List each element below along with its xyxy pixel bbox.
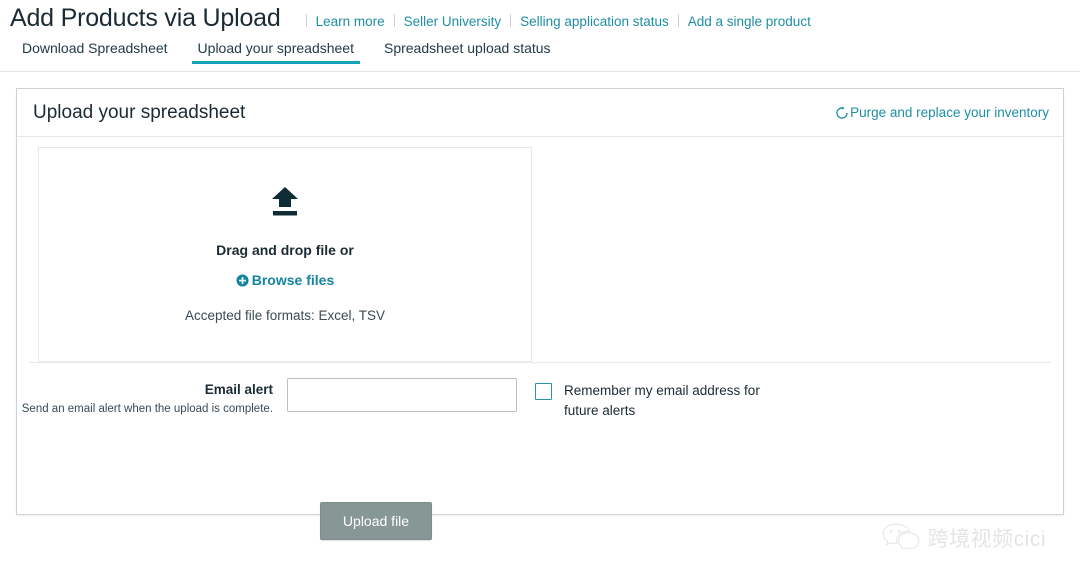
browse-files-label: Browse files [251, 272, 335, 288]
link-separator [393, 14, 395, 27]
header-link-selling-application-status[interactable]: Selling application status [520, 14, 669, 29]
link-separator [305, 14, 307, 27]
section-divider [29, 362, 1051, 363]
upload-arrow-icon [268, 186, 302, 218]
header-links: Learn more Seller University Selling app… [297, 13, 811, 29]
watermark-text: 跨境视频cici [927, 527, 1046, 551]
email-alert-label: Email alert [204, 382, 273, 397]
accepted-formats-text: Accepted file formats: Excel, TSV [184, 308, 386, 323]
tab-bar: Download Spreadsheet Upload your spreads… [0, 40, 1080, 72]
dropzone-title: Drag and drop file or [216, 242, 354, 258]
plus-circle-icon [236, 273, 249, 287]
tab-spreadsheet-upload-status[interactable]: Spreadsheet upload status [374, 40, 561, 64]
header-link-seller-university[interactable]: Seller University [404, 14, 502, 29]
wechat-icon [881, 521, 921, 554]
card-title: Upload your spreadsheet [33, 101, 246, 123]
remember-email-block: Remember my email address for future ale… [535, 378, 774, 421]
header-link-learn-more[interactable]: Learn more [316, 14, 385, 29]
email-alert-row: Email alert Send an email alert when the… [17, 378, 1063, 421]
tab-upload-your-spreadsheet[interactable]: Upload your spreadsheet [188, 40, 364, 64]
email-alert-help-text: Send an email alert when the upload is c… [21, 403, 273, 415]
watermark: 跨境视频cici [881, 521, 1046, 554]
browse-files-button[interactable]: Browse files [236, 272, 334, 288]
link-separator [677, 14, 679, 27]
upload-card: Upload your spreadsheet Purge and replac… [16, 88, 1064, 540]
upload-file-button[interactable]: Upload file [320, 502, 432, 540]
email-address-input[interactable] [287, 378, 517, 412]
page-title: Add Products via Upload [10, 4, 281, 32]
link-separator [510, 14, 512, 27]
remember-email-checkbox[interactable] [535, 383, 552, 400]
header-link-add-a-single-product[interactable]: Add a single product [688, 14, 811, 29]
card-header: Upload your spreadsheet Purge and replac… [17, 89, 1063, 137]
email-label-block: Email alert Send an email alert when the… [17, 378, 287, 419]
tab-download-spreadsheet[interactable]: Download Spreadsheet [12, 40, 178, 64]
remember-email-label: Remember my email address for future ale… [564, 383, 760, 418]
file-dropzone[interactable]: Drag and drop file or Browse files Accep… [38, 147, 532, 362]
page-header: Add Products via Upload Learn more Selle… [0, 0, 1080, 40]
purge-link-label: Purge and replace your inventory [850, 105, 1049, 120]
card-body: Drag and drop file or Browse files Accep… [17, 137, 1063, 540]
refresh-icon [835, 106, 849, 120]
purge-and-replace-button[interactable]: Purge and replace your inventory [835, 105, 1049, 120]
